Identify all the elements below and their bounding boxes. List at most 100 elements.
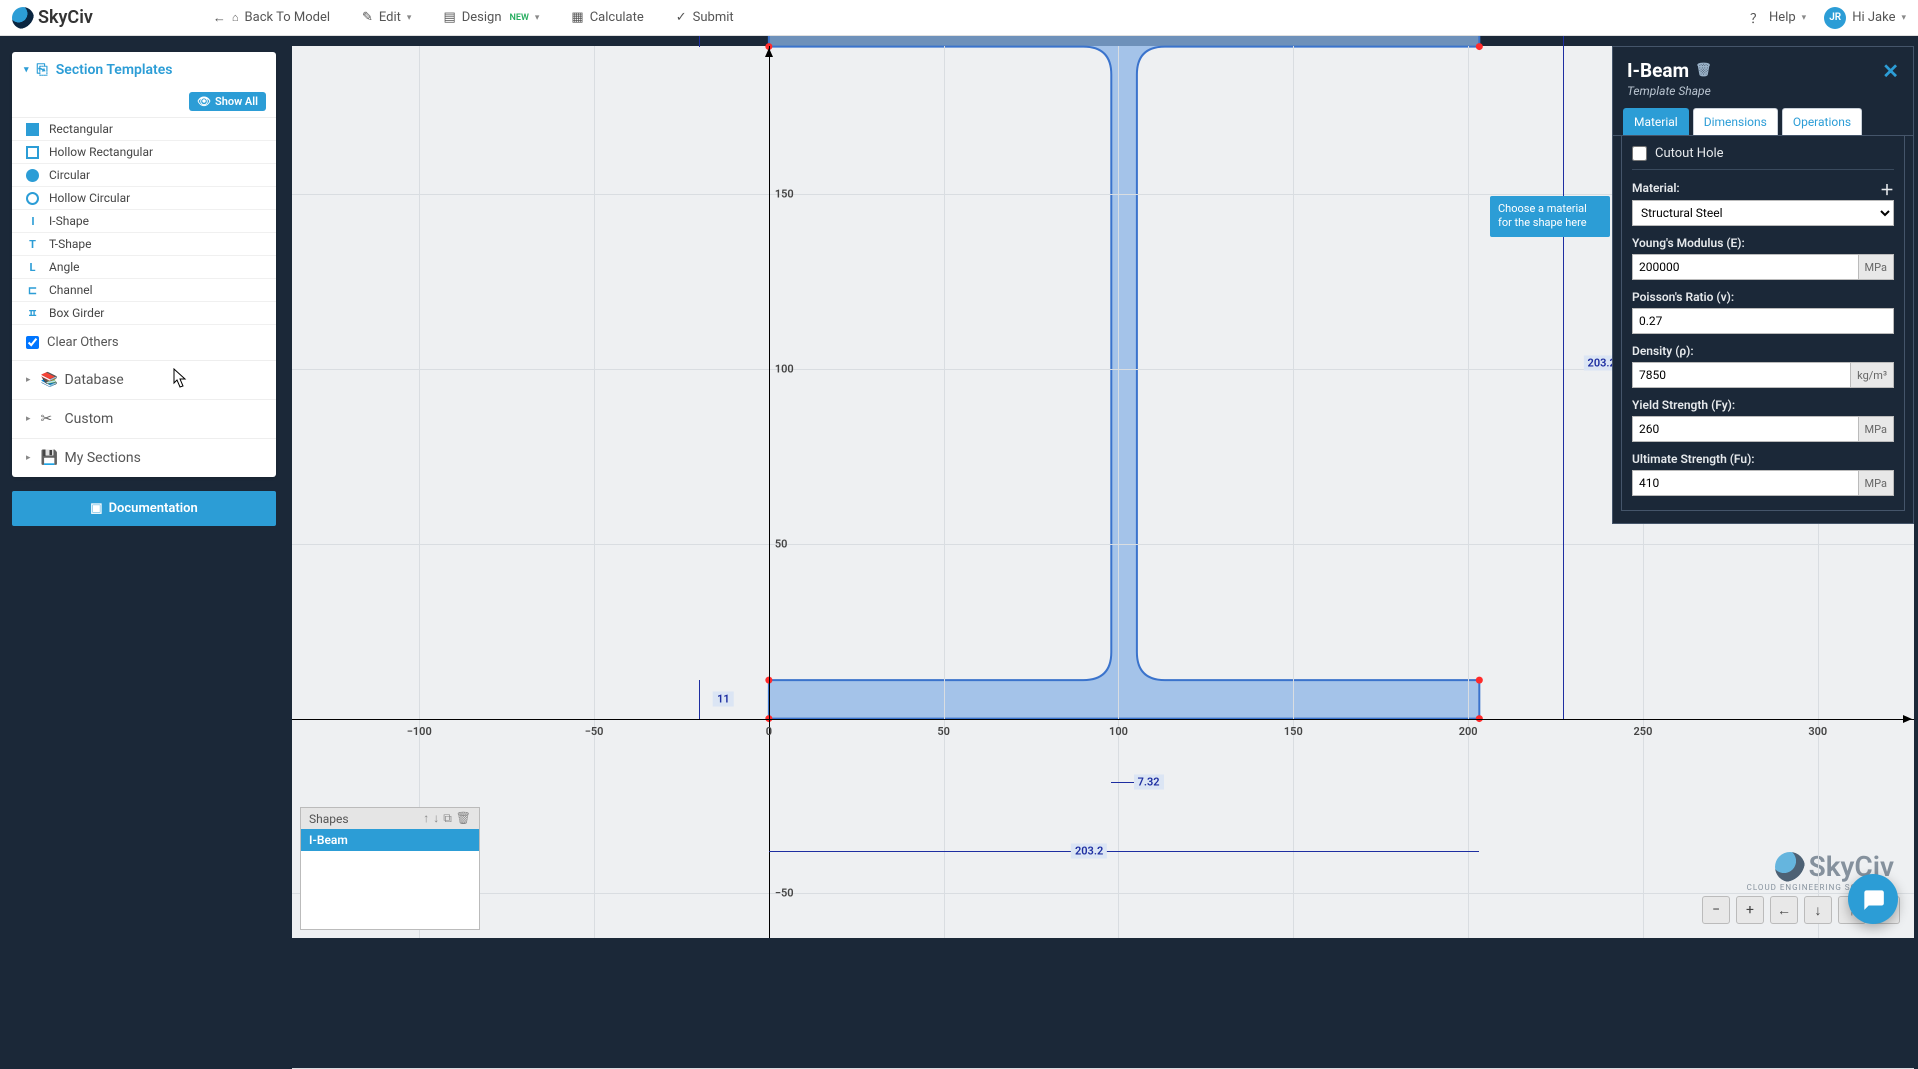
dim-web: 7.32 bbox=[1134, 774, 1164, 789]
template-box-girder[interactable]: Box Girder bbox=[12, 302, 276, 325]
shapes-title: Shapes bbox=[309, 812, 349, 826]
template-hollow-rectangular[interactable]: Hollow Rectangular bbox=[12, 141, 276, 164]
shapes-panel: Shapes ↑ ↓ ⧉ 🗑 I-Beam bbox=[300, 807, 480, 930]
field-input[interactable] bbox=[1632, 470, 1858, 496]
tab-operations[interactable]: Operations bbox=[1782, 108, 1862, 135]
cutout-label: Cutout Hole bbox=[1655, 146, 1724, 161]
field-input[interactable] bbox=[1632, 416, 1858, 442]
zoom-out-button[interactable]: − bbox=[1702, 896, 1730, 924]
nav-back-label: Back To Model bbox=[245, 10, 330, 25]
left-sidebar: ▾ ⎘ Section Templates 👁 Show All Rectang… bbox=[0, 36, 288, 944]
ytick-label: 100 bbox=[775, 362, 794, 375]
topbar-right: ？ Help ▾ JR Hi Jake ▾ bbox=[1750, 7, 1906, 29]
shape-icon bbox=[26, 284, 39, 297]
check-icon: ✓ bbox=[676, 10, 687, 25]
logo-icon bbox=[1775, 852, 1805, 882]
clear-others-checkbox[interactable] bbox=[26, 336, 39, 349]
template-i-shape[interactable]: I-Shape bbox=[12, 210, 276, 233]
templates-header[interactable]: ▾ ⎘ Section Templates bbox=[12, 52, 276, 88]
xtick-label: 100 bbox=[1109, 725, 1128, 738]
field-label: Density (ρ): bbox=[1632, 344, 1894, 358]
clear-others-row[interactable]: Clear Others bbox=[12, 325, 276, 360]
move-up-icon[interactable]: ↑ bbox=[423, 811, 429, 826]
panel-title: I-Beam bbox=[1627, 59, 1689, 82]
pan-left-button[interactable]: ← bbox=[1770, 896, 1798, 924]
template-list: RectangularHollow RectangularCircular Hol… bbox=[12, 117, 276, 325]
template-label: Channel bbox=[49, 283, 92, 297]
help-icon: ？ bbox=[1750, 8, 1763, 27]
accordion-custom[interactable]: ▸✂Custom bbox=[12, 399, 276, 438]
model-icon: ⌂ bbox=[232, 11, 239, 24]
trash-icon[interactable]: 🗑 bbox=[1695, 63, 1712, 78]
nav-edit[interactable]: ✎ Edit ▾ bbox=[362, 10, 411, 26]
logo-text: SkyCiv bbox=[38, 7, 93, 28]
template-circular[interactable]: Circular bbox=[12, 164, 276, 187]
nav-submit[interactable]: ✓ Submit bbox=[676, 10, 734, 26]
caret-right-icon: ▸ bbox=[26, 453, 31, 463]
xtick-label: 150 bbox=[1284, 725, 1303, 738]
material-select[interactable]: Structural Steel bbox=[1632, 200, 1894, 226]
template-label: I-Shape bbox=[49, 214, 89, 228]
add-material-button[interactable]: ＋ bbox=[1880, 180, 1894, 200]
user-menu[interactable]: JR Hi Jake ▾ bbox=[1824, 7, 1906, 29]
logo[interactable]: SkyCiv bbox=[12, 7, 93, 29]
book-icon: ▣ bbox=[90, 501, 102, 516]
templates-title: Section Templates bbox=[56, 62, 173, 78]
tab-material[interactable]: Material bbox=[1623, 108, 1689, 135]
close-icon[interactable]: ✕ bbox=[1882, 61, 1899, 81]
panel-title-row: I-Beam 🗑 bbox=[1627, 59, 1712, 82]
nav-edit-label: Edit bbox=[379, 10, 401, 25]
chat-fab[interactable] bbox=[1848, 874, 1898, 924]
shape-icon bbox=[26, 146, 39, 159]
cutout-checkbox[interactable] bbox=[1632, 146, 1647, 161]
form-body: Cutout Hole Material: ＋ Structural Steel… bbox=[1621, 136, 1905, 511]
top-nav: ← ⌂ Back To Model ✎ Edit ▾ ▤ Design NEW … bbox=[213, 10, 734, 26]
nav-design-label: Design bbox=[462, 10, 502, 25]
properties-panel: I-Beam 🗑 ✕ Template Shape MaterialDimens… bbox=[1612, 46, 1914, 524]
panel-subtitle: Template Shape bbox=[1613, 84, 1913, 108]
field-label: Ultimate Strength (Fu): bbox=[1632, 452, 1894, 466]
template-hollow-circular[interactable]: Hollow Circular bbox=[12, 187, 276, 210]
nav-back[interactable]: ← ⌂ Back To Model bbox=[213, 10, 330, 26]
zoom-in-button[interactable]: + bbox=[1736, 896, 1764, 924]
field-input[interactable] bbox=[1632, 254, 1858, 280]
dim-width-bottom: 203.2 bbox=[1071, 844, 1107, 859]
shape-row-ibeam[interactable]: I-Beam bbox=[301, 829, 479, 851]
templates-panel: ▾ ⎘ Section Templates 👁 Show All Rectang… bbox=[12, 52, 276, 477]
nav-calculate[interactable]: ▦ Calculate bbox=[571, 10, 643, 26]
template-t-shape[interactable]: T-Shape bbox=[12, 233, 276, 256]
template-channel[interactable]: Channel bbox=[12, 279, 276, 302]
xtick-label: −100 bbox=[407, 725, 432, 738]
shape-icon bbox=[26, 307, 39, 320]
pan-down-button[interactable]: ↓ bbox=[1804, 896, 1832, 924]
delete-icon[interactable]: 🗑 bbox=[456, 811, 471, 826]
accordion-my-sections[interactable]: ▸💾My Sections bbox=[12, 438, 276, 477]
field-input[interactable] bbox=[1632, 308, 1894, 334]
field-label: Poisson's Ratio (v): bbox=[1632, 290, 1894, 304]
material-tooltip: Choose a material for the shape here bbox=[1490, 196, 1610, 237]
caret-down-icon: ▾ bbox=[24, 65, 29, 75]
user-greeting: Hi Jake bbox=[1852, 10, 1895, 25]
template-label: Hollow Circular bbox=[49, 191, 130, 205]
nav-help[interactable]: ？ Help ▾ bbox=[1750, 8, 1806, 27]
documentation-label: Documentation bbox=[109, 501, 198, 516]
tab-dimensions[interactable]: Dimensions bbox=[1693, 108, 1778, 135]
shape-icon bbox=[26, 215, 39, 228]
shape-icon bbox=[26, 238, 39, 251]
copy-icon[interactable]: ⧉ bbox=[443, 811, 452, 826]
field-input[interactable] bbox=[1632, 362, 1850, 388]
tabs: MaterialDimensionsOperations bbox=[1613, 108, 1913, 136]
template-angle[interactable]: Angle bbox=[12, 256, 276, 279]
nav-design[interactable]: ▤ Design NEW ▾ bbox=[443, 10, 539, 26]
field-label: Yield Strength (Fy): bbox=[1632, 398, 1894, 412]
ytick-label: 50 bbox=[775, 537, 788, 550]
new-badge: NEW bbox=[510, 13, 529, 23]
show-all-label: Show All bbox=[215, 95, 258, 108]
documentation-button[interactable]: ▣ Documentation bbox=[12, 491, 276, 526]
show-all-button[interactable]: 👁 Show All bbox=[189, 92, 266, 111]
move-down-icon[interactable]: ↓ bbox=[433, 811, 439, 826]
template-rectangular[interactable]: Rectangular bbox=[12, 118, 276, 141]
accordion-database[interactable]: ▸📚Database bbox=[12, 360, 276, 399]
nav-submit-label: Submit bbox=[693, 10, 734, 25]
section-icon: 💾 bbox=[41, 450, 55, 466]
